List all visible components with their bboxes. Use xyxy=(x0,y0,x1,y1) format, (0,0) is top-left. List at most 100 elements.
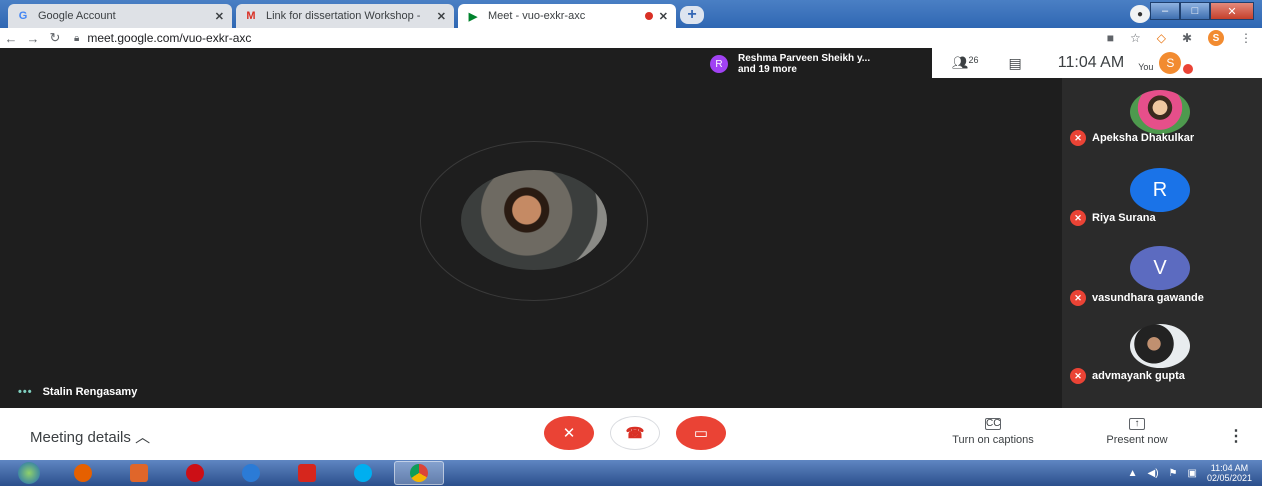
taskbar-clock[interactable]: 11:04 AM 02/05/2021 xyxy=(1207,463,1252,483)
avatar: R xyxy=(1130,168,1190,212)
avatar: R xyxy=(710,55,728,73)
meet-clock: 11:04 AM xyxy=(1057,54,1125,71)
participant-name: ✕ advmayank gupta xyxy=(1070,368,1185,384)
captions-icon: CC xyxy=(985,418,1001,430)
taskbar-chrome[interactable] xyxy=(394,461,444,485)
participant-tile[interactable]: ✕ Apeksha Dhakulkar xyxy=(1062,78,1262,156)
url-text: meet.google.com/vuo-exkr-axc xyxy=(87,31,252,45)
meeting-details-label: Meeting details xyxy=(30,429,131,446)
tab-google-account[interactable]: G Google Account ✕ xyxy=(8,4,232,28)
puzzle-icon[interactable]: ✱ xyxy=(1182,31,1192,45)
profile-avatar[interactable]: S xyxy=(1208,30,1224,46)
participant-tile[interactable]: ✕ advmayank gupta xyxy=(1062,316,1262,394)
participant-name: ✕ Riya Surana xyxy=(1070,210,1156,226)
close-window-button[interactable]: ✕ xyxy=(1210,2,1254,20)
participants-pill-text: Reshma Parveen Sheikh y... and 19 more xyxy=(738,53,870,75)
close-icon[interactable]: ✕ xyxy=(215,10,224,23)
hangup-icon: ☎ xyxy=(625,425,645,442)
taskbar-media[interactable] xyxy=(114,461,164,485)
chevron-up-icon: ︿ xyxy=(135,429,151,446)
participant-name-label: Riya Surana xyxy=(1092,212,1156,224)
media-player-icon xyxy=(130,464,148,482)
participant-name: ✕ Apeksha Dhakulkar xyxy=(1070,130,1194,146)
speaker-name-label: Stalin Rengasamy xyxy=(42,386,138,398)
toolbar-right: ■ ☆ ◇ ✱ S ⋮ xyxy=(1107,28,1252,48)
tab-gmail[interactable]: M Link for dissertation Workshop - ✕ xyxy=(236,4,454,28)
participant-name: ✕ vasundhara gawande xyxy=(1070,290,1204,306)
taskbar-acrobat[interactable] xyxy=(282,461,332,485)
taskbar-skype[interactable] xyxy=(338,461,388,485)
mic-off-icon: ✕ xyxy=(1070,130,1086,146)
pill-line2: and 19 more xyxy=(738,64,797,75)
camera-toggle-button[interactable]: ▭ xyxy=(676,416,726,450)
captions-button[interactable]: CC Turn on captions xyxy=(940,418,1046,446)
star-icon[interactable]: ☆ xyxy=(1130,31,1141,45)
meet-top-bar: 👥︎ 26 ▤ 11:04 AM You S xyxy=(932,48,1262,78)
browser-tab-strip: G Google Account ✕ M Link for dissertati… xyxy=(0,0,1262,28)
meet-icon: ▶ xyxy=(468,10,478,23)
reload-icon[interactable]: ↻ xyxy=(44,30,66,46)
present-label: Present now xyxy=(1106,434,1168,446)
avatar xyxy=(1130,324,1190,368)
ie-icon xyxy=(242,464,260,482)
tab-meet[interactable]: ▶ Meet - vuo-exkr-axc ✕ xyxy=(458,4,676,28)
new-tab-button[interactable]: + xyxy=(680,6,704,24)
tab-label: Link for dissertation Workshop - xyxy=(266,10,421,22)
maximize-button[interactable]: □ xyxy=(1180,2,1210,20)
leave-call-button[interactable]: ☎ xyxy=(610,416,660,450)
taskbar-opera[interactable] xyxy=(170,461,220,485)
flag-icon[interactable]: ⚑ xyxy=(1169,468,1178,479)
mic-off-icon: ✕ xyxy=(1070,290,1086,306)
tab-label: Meet - vuo-exkr-axc xyxy=(488,10,586,22)
address-bar[interactable]: 🔒︎ meet.google.com/vuo-exkr-axc xyxy=(74,31,251,45)
extension-icon[interactable]: ◇ xyxy=(1157,31,1166,45)
participant-tile[interactable]: V ✕ vasundhara gawande xyxy=(1062,238,1262,316)
mic-off-icon: ✕ xyxy=(1070,368,1086,384)
taskbar-ie[interactable] xyxy=(226,461,276,485)
browser-toolbar: ← → ↻ 🔒︎ meet.google.com/vuo-exkr-axc ■ … xyxy=(0,28,1262,48)
participants-pill[interactable]: R Reshma Parveen Sheikh y... and 19 more xyxy=(700,48,932,80)
present-button[interactable]: ↑ Present now xyxy=(1096,418,1178,446)
close-icon[interactable]: ✕ xyxy=(437,10,446,23)
skype-icon xyxy=(354,464,372,482)
camera-icon[interactable]: ■ xyxy=(1107,31,1114,45)
meeting-details-button[interactable]: Meeting details ︿ xyxy=(30,426,150,447)
more-vert-icon[interactable]: ⋮ xyxy=(1240,31,1252,45)
chat-icon[interactable]: ▤ xyxy=(1009,55,1022,72)
google-icon: G xyxy=(18,10,28,22)
pdf-icon xyxy=(298,464,316,482)
main-video-tile: ••• Stalin Rengasamy xyxy=(0,48,1062,408)
captions-label: Turn on captions xyxy=(952,434,1034,446)
tray-arrow-icon[interactable]: ▲ xyxy=(1128,468,1138,479)
mic-off-icon: ✕ xyxy=(1070,210,1086,226)
start-button[interactable] xyxy=(6,461,52,485)
meet-stage: ••• Stalin Rengasamy R Reshma Parveen Sh… xyxy=(0,48,1262,408)
recording-dot-icon xyxy=(644,12,653,20)
taskbar-time: 11:04 AM xyxy=(1210,463,1249,473)
minimize-button[interactable]: – xyxy=(1150,2,1180,20)
windows-taskbar: ▲ ◀) ⚑ ▣ 11:04 AM 02/05/2021 xyxy=(0,460,1262,486)
audio-dots-icon: ••• xyxy=(18,386,33,398)
participant-name-label: vasundhara gawande xyxy=(1092,292,1204,304)
volume-icon[interactable]: ◀) xyxy=(1148,468,1159,479)
network-icon[interactable]: ▣ xyxy=(1188,468,1197,479)
self-avatar[interactable]: S xyxy=(1159,52,1182,74)
opera-icon xyxy=(186,464,204,482)
mic-off-icon: ✕ xyxy=(562,425,576,442)
participant-tile[interactable]: R ✕ Riya Surana xyxy=(1062,158,1262,236)
window-controls: – □ ✕ xyxy=(1150,2,1254,20)
profile-icon[interactable]: ● xyxy=(1130,5,1150,23)
taskbar-firefox[interactable] xyxy=(58,461,108,485)
people-button[interactable]: 👥︎ 26 xyxy=(952,55,979,71)
lock-icon: 🔒︎ xyxy=(74,32,80,44)
you-label: You xyxy=(1138,62,1154,72)
tab-label: Google Account xyxy=(38,10,116,22)
more-options-icon[interactable]: ⋮ xyxy=(1228,426,1244,446)
mic-toggle-button[interactable]: ✕ xyxy=(544,416,594,450)
participant-sidebar: ✕ Apeksha Dhakulkar R ✕ Riya Surana V ✕ vas… xyxy=(1062,78,1262,408)
speaker-avatar xyxy=(461,170,607,270)
people-count: 26 xyxy=(968,55,979,65)
back-icon[interactable]: ← xyxy=(0,31,22,46)
close-icon[interactable]: ✕ xyxy=(659,10,668,23)
forward-icon[interactable]: → xyxy=(22,31,44,46)
